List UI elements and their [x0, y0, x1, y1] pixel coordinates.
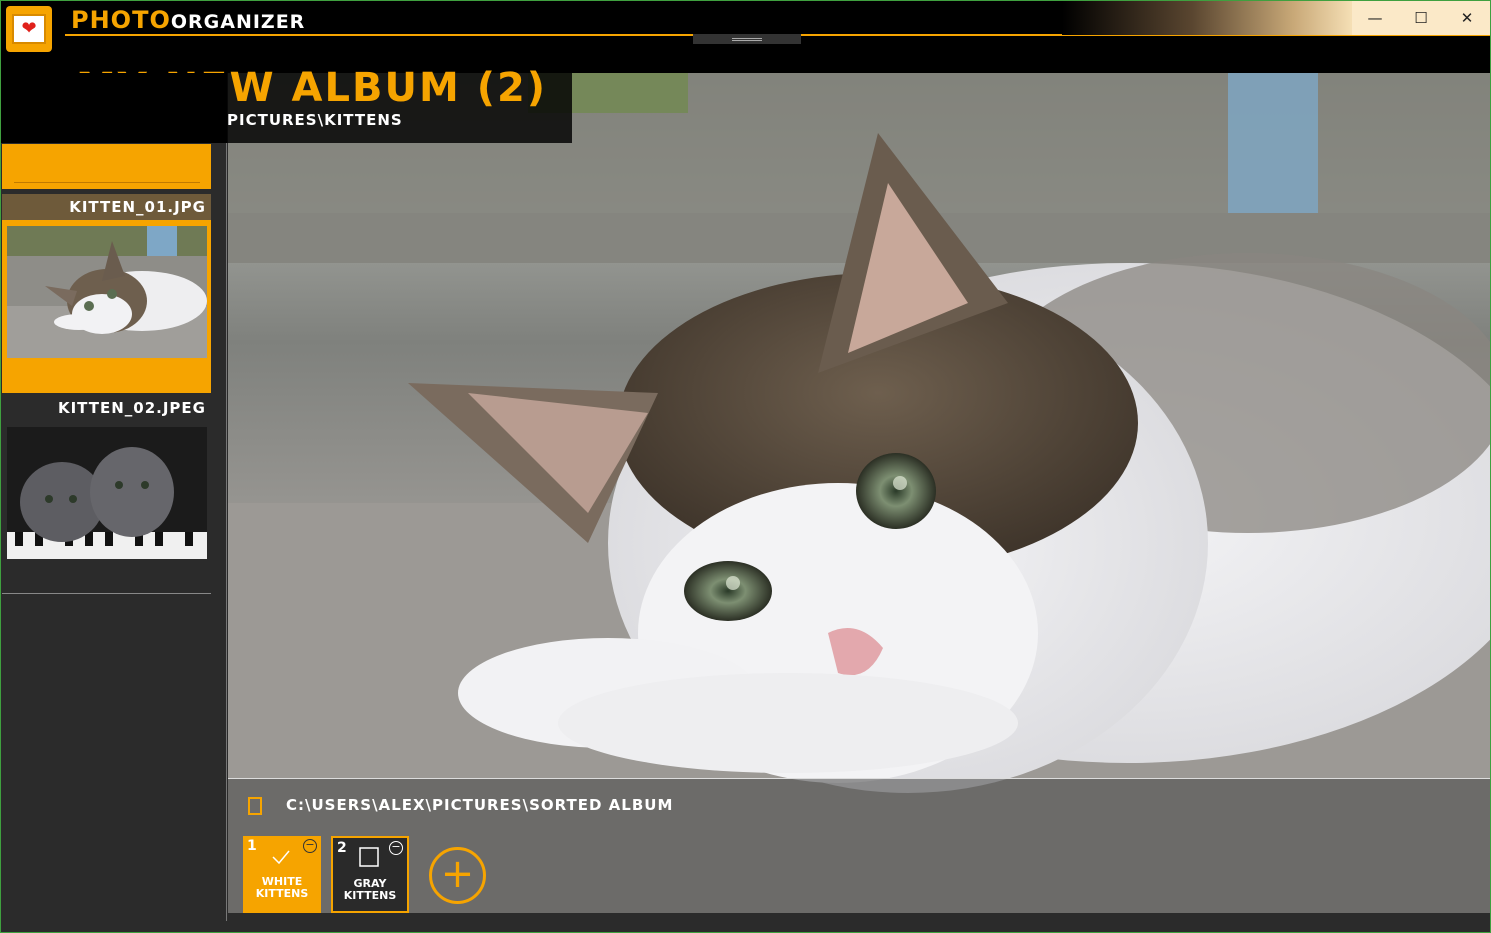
thumbnail-kitten-02	[7, 427, 207, 559]
sidebar-border	[226, 143, 227, 921]
sort-panel: C:\Users\Alex\Pictures\Sorted Album 1 − …	[228, 778, 1490, 913]
destination-path[interactable]: C:\Users\Alex\Pictures\Sorted Album	[286, 796, 673, 814]
add-category-button[interactable]: +	[429, 847, 486, 904]
category-tile-white-kittens[interactable]: 1 − White Kittens	[243, 836, 321, 913]
minimize-button[interactable]: —	[1352, 1, 1398, 35]
bottom-strip	[228, 913, 1490, 932]
list-item-kitten-01[interactable]: kitten_01.jpg	[2, 194, 211, 393]
remove-category-icon[interactable]: −	[303, 839, 317, 853]
app-window: ❤ Photoorganizer — ☐ ✕	[0, 0, 1491, 933]
folder-icon[interactable]	[248, 797, 262, 815]
titlebar-gradient	[1062, 1, 1352, 35]
category-number: 2	[337, 840, 347, 856]
remove-category-icon[interactable]: −	[389, 841, 403, 855]
checkbox-icon	[359, 847, 379, 867]
file-name: kitten_01.jpg	[2, 194, 211, 220]
sidebar-top	[1, 73, 227, 143]
sidebar-divider	[2, 593, 211, 594]
maximize-button[interactable]: ☐	[1398, 1, 1444, 35]
window-controls: — ☐ ✕	[1352, 1, 1490, 35]
list-item-kitten-02[interactable]: kitten_02.jpeg	[2, 395, 211, 559]
title-bar[interactable]: ❤ Photoorganizer — ☐ ✕	[1, 1, 1490, 73]
drag-grip-handle[interactable]	[693, 34, 801, 44]
category-tile-gray-kittens[interactable]: 2 − Gray Kittens	[331, 836, 409, 913]
close-button[interactable]: ✕	[1444, 1, 1490, 35]
thumbnail-kitten-01	[7, 226, 207, 358]
search-input[interactable]	[2, 144, 211, 189]
category-label: Gray Kittens	[343, 877, 397, 902]
category-label: White Kittens	[255, 875, 309, 900]
app-logo-icon: ❤	[6, 6, 52, 52]
category-number: 1	[247, 838, 257, 854]
file-name: kitten_02.jpeg	[57, 399, 206, 417]
app-title-organizer: organizer	[170, 11, 306, 33]
checkmark-icon	[272, 850, 290, 865]
app-title-photo: Photo	[71, 6, 171, 34]
app-title: Photoorganizer	[71, 6, 305, 34]
